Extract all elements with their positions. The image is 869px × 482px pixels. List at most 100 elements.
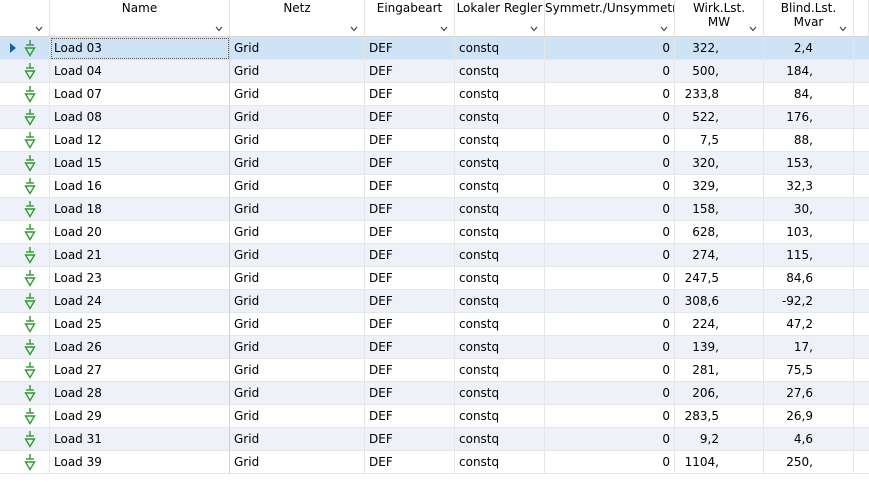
cell-regler[interactable]: constq bbox=[455, 37, 545, 60]
cell-wirkleistung[interactable]: 274, bbox=[675, 244, 764, 267]
row-icon-cell[interactable] bbox=[0, 221, 50, 244]
header-symmetr[interactable]: Symmetr./Unsymmetr. bbox=[545, 0, 675, 36]
cell-blindleistung[interactable]: -92,2 bbox=[764, 290, 854, 313]
cell-symmetr[interactable]: 0 bbox=[545, 267, 675, 290]
cell-blindleistung[interactable]: 84,6 bbox=[764, 267, 854, 290]
cell-netz[interactable]: Grid bbox=[230, 359, 365, 382]
cell-regler[interactable]: constq bbox=[455, 129, 545, 152]
cell-regler[interactable]: constq bbox=[455, 405, 545, 428]
cell-blindleistung[interactable]: 250, bbox=[764, 451, 854, 474]
cell-netz[interactable]: Grid bbox=[230, 198, 365, 221]
cell-eingabeart[interactable]: DEF bbox=[365, 152, 455, 175]
cell-wirkleistung[interactable]: 500, bbox=[675, 60, 764, 83]
cell-blindleistung[interactable]: 88, bbox=[764, 129, 854, 152]
cell-eingabeart[interactable]: DEF bbox=[365, 221, 455, 244]
row-icon-cell[interactable] bbox=[0, 336, 50, 359]
header-netz[interactable]: Netz bbox=[230, 0, 365, 36]
cell-blindleistung[interactable]: 176, bbox=[764, 106, 854, 129]
row-icon-cell[interactable] bbox=[0, 198, 50, 221]
cell-blindleistung[interactable]: 17, bbox=[764, 336, 854, 359]
cell-regler[interactable]: constq bbox=[455, 336, 545, 359]
table-row[interactable]: Load 27 Grid DEF constq 0 281, 75,5 bbox=[0, 359, 869, 382]
row-icon-cell[interactable] bbox=[0, 175, 50, 198]
table-row[interactable]: Load 18 Grid DEF constq 0 158, 30, bbox=[0, 198, 869, 221]
cell-blindleistung[interactable]: 2,4 bbox=[764, 37, 854, 60]
cell-netz[interactable]: Grid bbox=[230, 451, 365, 474]
table-row[interactable]: Load 21 Grid DEF constq 0 274, 115, bbox=[0, 244, 869, 267]
cell-wirkleistung[interactable]: 1104, bbox=[675, 451, 764, 474]
cell-netz[interactable]: Grid bbox=[230, 336, 365, 359]
cell-name[interactable]: Load 07 bbox=[50, 83, 230, 106]
row-icon-cell[interactable] bbox=[0, 83, 50, 106]
cell-netz[interactable]: Grid bbox=[230, 382, 365, 405]
header-lokaler-regler[interactable]: Lokaler Regler bbox=[455, 0, 545, 36]
cell-eingabeart[interactable]: DEF bbox=[365, 106, 455, 129]
cell-netz[interactable]: Grid bbox=[230, 313, 365, 336]
cell-wirkleistung[interactable]: 233,8 bbox=[675, 83, 764, 106]
table-row[interactable]: Load 04 Grid DEF constq 0 500, 184, bbox=[0, 60, 869, 83]
cell-wirkleistung[interactable]: 224, bbox=[675, 313, 764, 336]
chevron-down-icon[interactable] bbox=[35, 26, 43, 32]
cell-symmetr[interactable]: 0 bbox=[545, 359, 675, 382]
cell-wirkleistung[interactable]: 206, bbox=[675, 382, 764, 405]
cell-eingabeart[interactable]: DEF bbox=[365, 313, 455, 336]
cell-symmetr[interactable]: 0 bbox=[545, 175, 675, 198]
cell-eingabeart[interactable]: DEF bbox=[365, 60, 455, 83]
cell-name[interactable]: Load 24 bbox=[50, 290, 230, 313]
header-icon-column[interactable] bbox=[0, 0, 50, 36]
cell-regler[interactable]: constq bbox=[455, 83, 545, 106]
cell-netz[interactable]: Grid bbox=[230, 37, 365, 60]
cell-netz[interactable]: Grid bbox=[230, 428, 365, 451]
cell-netz[interactable]: Grid bbox=[230, 290, 365, 313]
cell-name[interactable]: Load 15 bbox=[50, 152, 230, 175]
chevron-down-icon[interactable] bbox=[350, 26, 358, 32]
cell-blindleistung[interactable]: 47,2 bbox=[764, 313, 854, 336]
row-icon-cell[interactable] bbox=[0, 359, 50, 382]
table-row[interactable]: Load 12 Grid DEF constq 0 7,5 88, bbox=[0, 129, 869, 152]
cell-regler[interactable]: constq bbox=[455, 267, 545, 290]
chevron-down-icon[interactable] bbox=[839, 26, 847, 32]
table-row[interactable]: Load 23 Grid DEF constq 0 247,5 84,6 bbox=[0, 267, 869, 290]
cell-blindleistung[interactable]: 103, bbox=[764, 221, 854, 244]
cell-symmetr[interactable]: 0 bbox=[545, 106, 675, 129]
cell-regler[interactable]: constq bbox=[455, 175, 545, 198]
row-icon-cell[interactable] bbox=[0, 313, 50, 336]
chevron-down-icon[interactable] bbox=[530, 26, 538, 32]
cell-netz[interactable]: Grid bbox=[230, 267, 365, 290]
cell-blindleistung[interactable]: 30, bbox=[764, 198, 854, 221]
cell-netz[interactable]: Grid bbox=[230, 83, 365, 106]
cell-blindleistung[interactable]: 153, bbox=[764, 152, 854, 175]
cell-name[interactable]: Load 29 bbox=[50, 405, 230, 428]
cell-eingabeart[interactable]: DEF bbox=[365, 129, 455, 152]
table-row[interactable]: Load 31 Grid DEF constq 0 9,2 4,6 bbox=[0, 428, 869, 451]
cell-blindleistung[interactable]: 75,5 bbox=[764, 359, 854, 382]
cell-wirkleistung[interactable]: 628, bbox=[675, 221, 764, 244]
cell-eingabeart[interactable]: DEF bbox=[365, 405, 455, 428]
cell-netz[interactable]: Grid bbox=[230, 221, 365, 244]
cell-eingabeart[interactable]: DEF bbox=[365, 336, 455, 359]
cell-eingabeart[interactable]: DEF bbox=[365, 359, 455, 382]
header-wirkleistung[interactable]: Wirk.Lst. MW bbox=[675, 0, 764, 36]
cell-name[interactable]: Load 25 bbox=[50, 313, 230, 336]
cell-symmetr[interactable]: 0 bbox=[545, 244, 675, 267]
cell-blindleistung[interactable]: 32,3 bbox=[764, 175, 854, 198]
cell-eingabeart[interactable]: DEF bbox=[365, 198, 455, 221]
row-icon-cell[interactable] bbox=[0, 451, 50, 474]
cell-blindleistung[interactable]: 115, bbox=[764, 244, 854, 267]
table-row[interactable]: Load 25 Grid DEF constq 0 224, 47,2 bbox=[0, 313, 869, 336]
row-icon-cell[interactable] bbox=[0, 405, 50, 428]
cell-regler[interactable]: constq bbox=[455, 359, 545, 382]
cell-name[interactable]: Load 12 bbox=[50, 129, 230, 152]
table-row[interactable]: Load 16 Grid DEF constq 0 329, 32,3 bbox=[0, 175, 869, 198]
cell-regler[interactable]: constq bbox=[455, 221, 545, 244]
cell-symmetr[interactable]: 0 bbox=[545, 405, 675, 428]
cell-name[interactable]: Load 23 bbox=[50, 267, 230, 290]
cell-wirkleistung[interactable]: 522, bbox=[675, 106, 764, 129]
table-row[interactable]: Load 07 Grid DEF constq 0 233,8 84, bbox=[0, 83, 869, 106]
cell-regler[interactable]: constq bbox=[455, 428, 545, 451]
cell-regler[interactable]: constq bbox=[455, 106, 545, 129]
cell-symmetr[interactable]: 0 bbox=[545, 336, 675, 359]
cell-wirkleistung[interactable]: 158, bbox=[675, 198, 764, 221]
chevron-down-icon[interactable] bbox=[440, 26, 448, 32]
cell-symmetr[interactable]: 0 bbox=[545, 83, 675, 106]
